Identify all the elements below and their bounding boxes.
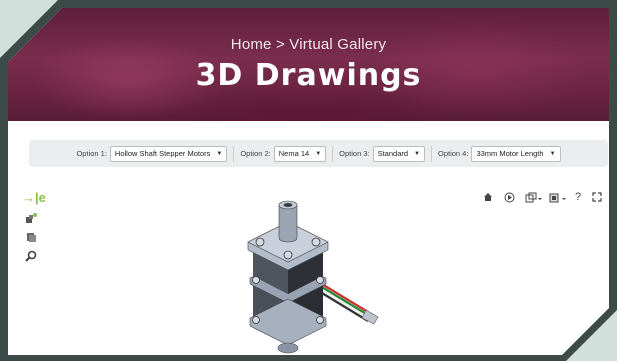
option-2-label: Option 2: (240, 149, 271, 158)
stepper-motor-model[interactable] (228, 200, 388, 355)
option-3: Option 3: Standard ▼ (332, 145, 431, 162)
option-2-select[interactable]: Nema 14 ▼ (273, 145, 327, 162)
option-1-label: Option 1: (76, 149, 107, 158)
content-area: Home > Virtual Gallery 3D Drawings Optio… (8, 8, 609, 355)
home-icon[interactable] (481, 190, 495, 204)
views-icon[interactable] (24, 231, 38, 243)
page-title: 3D Drawings (195, 58, 422, 93)
hero-banner: Home > Virtual Gallery 3D Drawings (8, 8, 609, 121)
help-icon[interactable]: ? (573, 190, 583, 204)
option-4: Option 4: 33mm Motor Length ▼ (431, 145, 567, 162)
fullscreen-icon[interactable] (591, 190, 603, 204)
option-2-value: Nema 14 (278, 149, 310, 158)
viewer-logo[interactable]: →|e (22, 190, 46, 205)
chevron-down-icon: ▼ (414, 150, 420, 157)
breadcrumb[interactable]: Home > Virtual Gallery (8, 36, 609, 53)
option-4-value: 33mm Motor Length (476, 149, 544, 158)
explode-icon[interactable] (524, 190, 544, 204)
option-2: Option 2: Nema 14 ▼ (233, 145, 332, 162)
chevron-down-icon: ▼ (549, 150, 556, 157)
zoom-search-icon[interactable] (24, 250, 38, 262)
options-bar: Option 1: Hollow Shaft Stepper Motors ▼ … (29, 140, 608, 167)
option-3-value: Standard (377, 149, 409, 158)
chevron-down-icon: ▼ (315, 150, 322, 157)
option-3-label: Option 3: (339, 149, 370, 158)
option-4-select[interactable]: 33mm Motor Length ▼ (471, 145, 561, 162)
option-1: Option 1: Hollow Shaft Stepper Motors ▼ (70, 145, 233, 162)
option-1-value: Hollow Shaft Stepper Motors (114, 149, 211, 158)
add-part-icon[interactable] (24, 212, 38, 224)
option-3-select[interactable]: Standard ▼ (372, 145, 425, 162)
display-mode-icon[interactable] (548, 190, 568, 204)
option-4-label: Option 4: (438, 149, 469, 158)
chevron-down-icon: ▼ (216, 150, 223, 157)
play-icon[interactable] (502, 190, 516, 204)
3d-viewer[interactable]: →|e ? (8, 178, 609, 355)
option-1-select[interactable]: Hollow Shaft Stepper Motors ▼ (109, 145, 228, 162)
